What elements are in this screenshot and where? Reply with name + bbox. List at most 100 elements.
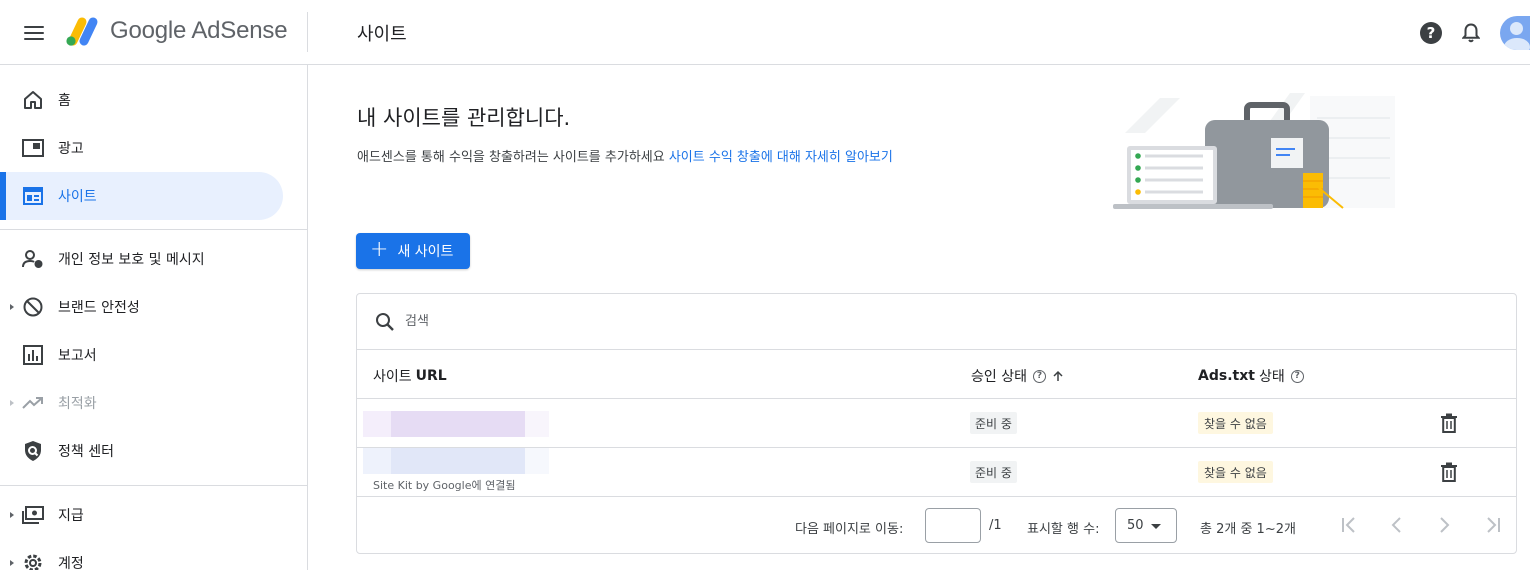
column-header-approval-status[interactable]: 승인 상태 ? xyxy=(971,366,1064,386)
sidebar-divider xyxy=(0,229,307,230)
sidebar-divider xyxy=(0,485,307,486)
sites-illustration xyxy=(1113,93,1395,209)
section-title: 내 사이트를 관리합니다. xyxy=(357,106,571,130)
notifications-bell-icon[interactable] xyxy=(1460,22,1482,44)
menu-icon-line xyxy=(24,32,44,34)
learn-more-link[interactable]: 사이트 수익 창출에 대해 자세히 알아보기 xyxy=(669,150,893,165)
block-icon xyxy=(22,296,44,318)
menu-icon-line xyxy=(24,38,44,40)
privacy-messaging-icon xyxy=(22,248,44,270)
sidebar-item-privacy-messaging[interactable]: 개인 정보 보호 및 메시지 xyxy=(0,235,283,283)
goto-page-label: 다음 페이지로 이동: xyxy=(795,522,904,537)
ads-icon xyxy=(22,137,44,159)
row-range-label: 총 2개 중 1~2개 xyxy=(1200,522,1296,537)
column-header-label: 상태 xyxy=(1258,369,1285,385)
sidebar-item-optimization[interactable]: 최적화 xyxy=(0,379,283,427)
sites-table: 사이트URL 승인 상태 ? Ads.txt상태 ? 준비 중 찾을 수 없음 … xyxy=(356,293,1517,554)
sidebar-item-payments[interactable]: 지급 xyxy=(0,491,283,539)
redacted-site-url xyxy=(363,448,549,474)
sidebar-item-label: 개인 정보 보호 및 메시지 xyxy=(58,252,205,268)
expand-caret-icon xyxy=(10,560,14,566)
column-header-ads-txt-status[interactable]: Ads.txt 상태 ? xyxy=(1198,366,1304,386)
sort-ascending-icon xyxy=(1053,370,1063,381)
plus-icon: + xyxy=(370,237,389,262)
table-pagination: 다음 페이지로 이동: /1 표시할 행 수: 50 총 2개 중 1~2개 xyxy=(357,497,1516,553)
table-search-bar xyxy=(357,294,1516,350)
sidebar-nav: 홈 광고 사이트 개인 정보 보호 및 메시지 브랜드 안전성 보고서 최적화 … xyxy=(0,65,308,570)
column-header-label: 사이트 xyxy=(373,369,412,385)
site-kit-connected-note: Site Kit by Google에 연결됨 xyxy=(373,479,516,492)
expand-caret-icon xyxy=(10,512,14,518)
first-page-icon xyxy=(1342,517,1355,533)
delete-trash-icon[interactable] xyxy=(1440,462,1458,482)
account-avatar[interactable] xyxy=(1500,16,1530,50)
ads-txt-status-badge: 찾을 수 없음 xyxy=(1198,412,1273,434)
rows-per-page-value: 50 xyxy=(1127,518,1144,533)
rows-per-page-select[interactable]: 50 xyxy=(1115,508,1177,543)
sites-icon xyxy=(22,185,44,207)
search-input[interactable] xyxy=(405,314,805,329)
dropdown-arrow-icon xyxy=(1151,524,1161,529)
trending-up-icon xyxy=(22,392,44,414)
approval-status-badge: 준비 중 xyxy=(970,412,1017,434)
redacted-site-url xyxy=(363,411,549,437)
column-header-site-url[interactable]: 사이트 URL xyxy=(373,366,447,386)
sidebar-item-label: 정책 센터 xyxy=(58,444,114,460)
help-outline-icon[interactable]: ? xyxy=(1032,369,1046,383)
adsense-logo-icon xyxy=(66,17,98,46)
new-site-button[interactable]: + 새 사이트 xyxy=(356,233,470,269)
help-icon[interactable]: ? xyxy=(1420,22,1442,44)
main-menu-button[interactable] xyxy=(20,20,48,46)
next-page-button[interactable] xyxy=(1432,513,1456,537)
column-header-label-bold: URL xyxy=(415,368,447,384)
page-total-label: /1 xyxy=(989,518,1002,533)
sidebar-item-account[interactable]: 계정 xyxy=(0,539,283,570)
product-name: Google AdSense xyxy=(110,17,288,44)
topbar-divider xyxy=(307,12,308,52)
sidebar-item-ads[interactable]: 광고 xyxy=(0,124,283,172)
chevron-right-icon xyxy=(1440,517,1450,533)
expand-caret-icon xyxy=(10,400,14,406)
help-outline-icon[interactable]: ? xyxy=(1290,369,1304,383)
sidebar-item-label: 광고 xyxy=(58,141,84,157)
description-text: 애드센스를 통해 수익을 창출하려는 사이트를 추가하세요 xyxy=(357,150,665,165)
top-app-bar: Google AdSense 사이트 ? xyxy=(0,0,1530,65)
sidebar-item-policy-center[interactable]: 정책 센터 xyxy=(0,427,283,475)
sidebar-item-sites[interactable]: 사이트 xyxy=(0,172,283,220)
previous-page-button[interactable] xyxy=(1385,513,1409,537)
new-site-label: 새 사이트 xyxy=(397,244,454,260)
sidebar-item-label: 브랜드 안전성 xyxy=(58,300,140,316)
sidebar-item-label: 지급 xyxy=(58,508,84,524)
sidebar-item-home[interactable]: 홈 xyxy=(0,76,283,124)
first-page-button[interactable] xyxy=(1337,513,1361,537)
column-header-label-bold: Ads.txt xyxy=(1198,368,1255,384)
chevron-left-icon xyxy=(1391,517,1401,533)
ads-txt-status-badge: 찾을 수 없음 xyxy=(1198,461,1273,483)
column-header-label: 승인 상태 xyxy=(971,369,1027,385)
reports-icon xyxy=(22,344,44,366)
table-row: Site Kit by Google에 연결됨 준비 중 찾을 수 없음 xyxy=(357,448,1516,497)
top-actions: ? xyxy=(1420,16,1530,50)
table-row: 준비 중 찾을 수 없음 xyxy=(357,399,1516,448)
last-page-button[interactable] xyxy=(1481,513,1505,537)
page-title: 사이트 xyxy=(357,24,407,45)
policy-shield-icon xyxy=(22,440,44,462)
settings-icon xyxy=(22,552,44,570)
rows-per-page-label: 표시할 행 수: xyxy=(1027,522,1100,537)
sidebar-item-brand-safety[interactable]: 브랜드 안전성 xyxy=(0,283,283,331)
section-description: 애드센스를 통해 수익을 창출하려는 사이트를 추가하세요 사이트 수익 창출에… xyxy=(357,146,893,165)
sidebar-item-label: 사이트 xyxy=(58,189,97,205)
expand-caret-icon xyxy=(10,304,14,310)
adsense-logo[interactable]: Google AdSense xyxy=(64,15,288,47)
last-page-icon xyxy=(1487,517,1500,533)
menu-icon-line xyxy=(24,26,44,28)
table-header-row: 사이트 URL 승인 상태 ? Ads.txt 상태 ? xyxy=(357,350,1516,399)
payments-icon xyxy=(22,504,44,526)
home-icon xyxy=(22,89,44,111)
goto-page-input[interactable] xyxy=(925,508,981,543)
delete-trash-icon[interactable] xyxy=(1440,413,1458,433)
sidebar-item-label: 최적화 xyxy=(58,396,97,412)
search-icon xyxy=(376,312,394,331)
sidebar-item-reports[interactable]: 보고서 xyxy=(0,331,283,379)
sidebar-item-label: 홈 xyxy=(58,93,71,109)
